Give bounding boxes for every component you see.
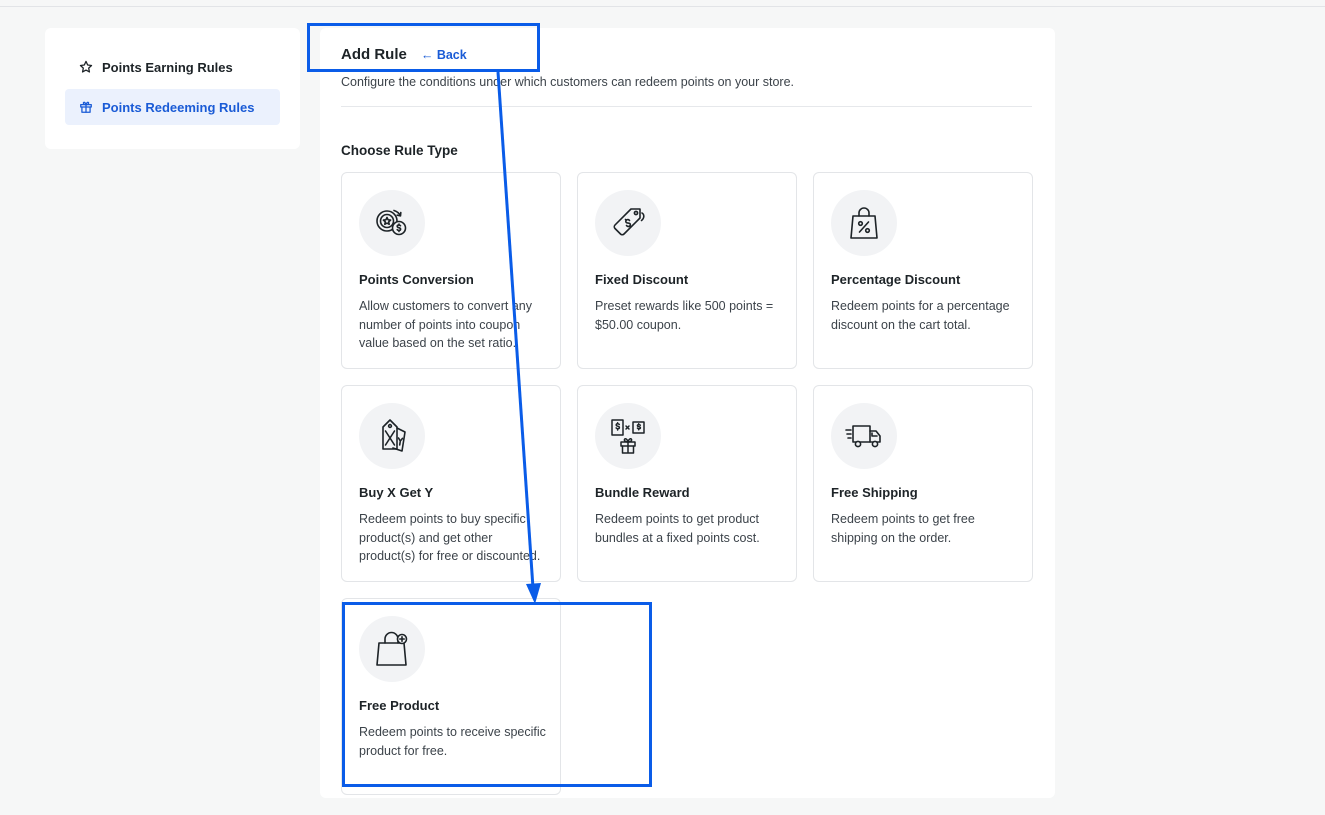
rule-card-title: Buy X Get Y <box>359 485 434 500</box>
shopping-bag-plus-icon <box>359 616 425 682</box>
rule-card-title: Fixed Discount <box>595 272 689 287</box>
delivery-truck-icon <box>831 403 897 469</box>
page-subtitle: Configure the conditions under which cus… <box>341 75 795 89</box>
header: Add Rule ← Back <box>341 46 467 63</box>
rule-card-title: Free Product <box>359 698 440 713</box>
sidebar-item-label: Points Earning Rules <box>102 59 233 75</box>
price-tag-icon <box>595 190 661 256</box>
points-conversion-icon <box>359 190 425 256</box>
xy-tags-icon <box>359 403 425 469</box>
bundle-icon <box>595 403 661 469</box>
sidebar: Points Earning Rules Points Redeeming Ru… <box>45 28 300 149</box>
rule-card-description: Preset rewards like 500 points = $50.00 … <box>595 299 774 332</box>
rule-card-description: Allow customers to convert any number of… <box>359 299 532 350</box>
percentage-bag-icon <box>831 190 897 256</box>
rule-card-points-conversion[interactable]: Points Conversion Allow customers to con… <box>341 172 561 369</box>
sidebar-item-label: Points Redeeming Rules <box>102 99 255 115</box>
rule-card-title: Percentage Discount <box>831 272 961 287</box>
add-rule-panel: Add Rule ← Back Configure the conditions… <box>320 28 1055 798</box>
page-title: Add Rule <box>341 46 407 63</box>
top-divider <box>0 6 1325 7</box>
gift-icon <box>79 100 93 114</box>
rule-card-description: Redeem points for a percentage discount … <box>831 299 1010 332</box>
rule-card-percentage-discount[interactable]: Percentage Discount Redeem points for a … <box>813 172 1033 369</box>
section-title: Choose Rule Type <box>341 143 458 158</box>
rule-card-title: Points Conversion <box>359 272 474 287</box>
rule-card-title: Free Shipping <box>831 485 918 500</box>
rule-card-free-shipping[interactable]: Free Shipping Redeem points to get free … <box>813 385 1033 582</box>
rule-card-title: Bundle Reward <box>595 485 690 500</box>
divider <box>341 106 1032 107</box>
rule-card-description: Redeem points to get free shipping on th… <box>831 512 975 545</box>
rule-card-bundle-reward[interactable]: Bundle Reward Redeem points to get produ… <box>577 385 797 582</box>
star-icon <box>79 60 93 74</box>
rule-card-description: Redeem points to buy specific product(s)… <box>359 512 541 563</box>
sidebar-item-points-redeeming-rules[interactable]: Points Redeeming Rules <box>65 89 280 125</box>
rule-card-description: Redeem points to get product bundles at … <box>595 512 760 545</box>
rule-card-fixed-discount[interactable]: Fixed Discount Preset rewards like 500 p… <box>577 172 797 369</box>
rule-card-free-product[interactable]: Free Product Redeem points to receive sp… <box>341 598 561 795</box>
back-link[interactable]: ← Back <box>421 48 467 62</box>
rule-card-description: Redeem points to receive specific produc… <box>359 725 546 758</box>
sidebar-item-points-earning-rules[interactable]: Points Earning Rules <box>65 49 280 85</box>
rule-card-buy-x-get-y[interactable]: Buy X Get Y Redeem points to buy specifi… <box>341 385 561 582</box>
